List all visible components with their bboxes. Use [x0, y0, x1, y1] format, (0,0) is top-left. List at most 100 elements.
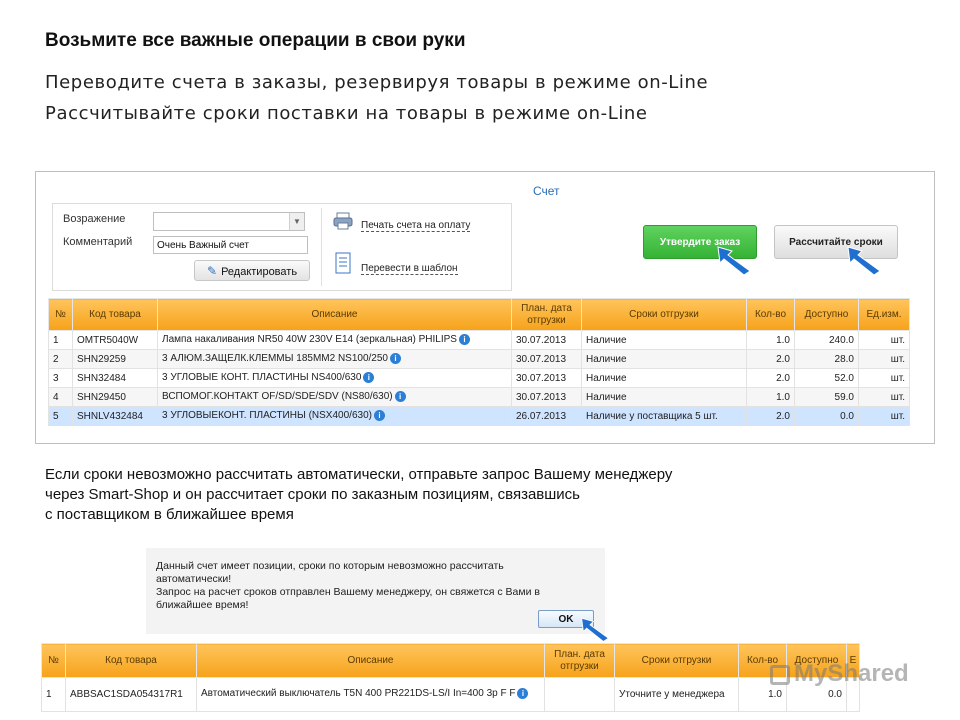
cell: шт. [858, 387, 910, 407]
column-header[interactable]: Код товара [72, 298, 158, 331]
cell: 240.0 [794, 330, 859, 350]
dialog-message: Данный счет имеет позиции, сроки по кото… [156, 560, 540, 612]
cell: 30.07.2013 [511, 330, 582, 350]
cell-text: Лампа накаливания NR50 40W 230V E14 (зер… [162, 334, 457, 346]
comment-label: Комментарий [63, 236, 133, 248]
watermark-text: MyShared [794, 660, 909, 687]
cell: 28.0 [794, 349, 859, 369]
manager-request-table: № Код товара Описание План. дата отгрузк… [41, 643, 860, 712]
info-icon[interactable]: i [363, 372, 375, 384]
info-paragraph: Если сроки невозможно рассчитать автомат… [45, 465, 672, 525]
cell-text: ВСПОМОГ.КОНТАКТ OF/SD/SDE/SDV (NS80/630) [162, 391, 393, 403]
column-header[interactable]: Кол-во [746, 298, 795, 331]
cell: 2.0 [746, 406, 795, 426]
column-header[interactable]: План. дата отгрузки [544, 643, 615, 678]
column-header[interactable]: Код товара [65, 643, 197, 678]
cell: 30.07.2013 [511, 387, 582, 407]
table-row-selected[interactable]: 5 SHNLV432484 3 УГЛОВЫЕКОНТ. ПЛАСТИНЫ (N… [48, 406, 910, 426]
cell: Автоматический выключатель T5N 400 PR221… [196, 677, 545, 712]
cell: 1 [41, 677, 66, 712]
cell: 1.0 [746, 387, 795, 407]
cell: Наличие [581, 368, 747, 388]
cell: 1 [48, 330, 73, 350]
cell: 3 АЛЮМ.ЗАЩЕЛК.КЛЕММЫ 185ММ2 NS100/250 i [157, 349, 512, 369]
column-header[interactable]: Описание [196, 643, 545, 678]
dialog-line: Запрос на расчет сроков отправлен Вашему… [156, 586, 540, 598]
info-icon[interactable]: i [390, 353, 401, 365]
cell: SHN29259 [72, 349, 158, 369]
cell: ABBSAC1SDA054317R1 [65, 677, 197, 712]
cell: SHNLV432484 [72, 406, 158, 426]
cell-text: 3 УГЛОВЫЕКОНТ. ПЛАСТИНЫ (NSX400/630) [162, 410, 372, 422]
paragraph-line: через Smart-Shop и он рассчитает сроки п… [45, 486, 580, 503]
cell: Наличие [581, 387, 747, 407]
cell: Наличие у поставщика 5 шт. [581, 406, 747, 426]
objection-select[interactable]: ▼ [153, 212, 305, 231]
cell: Уточните у менеджера [614, 677, 739, 712]
table-header: № Код товара Описание План. дата отгрузк… [48, 298, 910, 331]
cell: 3 УГЛОВЫЕ КОНТ. ПЛАСТИНЫ NS400/630 i [157, 368, 512, 388]
edit-button[interactable]: ✎ Редактировать [194, 260, 310, 281]
table-row[interactable]: 1 ABBSAC1SDA054317R1 Автоматический выкл… [41, 677, 860, 712]
cell: шт. [858, 349, 910, 369]
cell: 3 УГЛОВЫЕКОНТ. ПЛАСТИНЫ (NSX400/630) i [157, 406, 512, 426]
pointer-arrow-icon [716, 245, 752, 280]
column-header[interactable]: План. дата отгрузки [511, 298, 582, 331]
column-header[interactable]: № [41, 643, 66, 678]
cell: 52.0 [794, 368, 859, 388]
watermark-logo: MyShared [770, 660, 909, 688]
cell: SHN32484 [72, 368, 158, 388]
cell: 2.0 [746, 349, 795, 369]
cell: Наличие [581, 349, 747, 369]
convert-template-link[interactable]: Перевести в шаблон [361, 258, 458, 276]
chevron-down-icon[interactable]: ▼ [289, 213, 304, 230]
table-header: № Код товара Описание План. дата отгрузк… [41, 643, 860, 678]
cell: OMTR5040W [72, 330, 158, 350]
column-header[interactable]: Доступно [794, 298, 859, 331]
form-divider [321, 208, 322, 286]
cell-text: 3 УГЛОВЫЕ КОНТ. ПЛАСТИНЫ NS400/630 [162, 372, 362, 384]
cell: 30.07.2013 [511, 349, 582, 369]
printer-icon[interactable] [333, 212, 353, 230]
subtitle-line-1: Переводите счета в заказы, резервируя то… [45, 72, 709, 93]
cell: Наличие [581, 330, 747, 350]
info-icon[interactable]: i [458, 334, 470, 346]
column-header[interactable]: № [48, 298, 73, 331]
document-icon[interactable] [335, 252, 351, 274]
invoice-panel: Счет Возражение ▼ Комментарий Очень Важн… [35, 171, 935, 444]
dialog-line: автоматически! [156, 573, 232, 585]
table-row[interactable]: 3 SHN32484 3 УГЛОВЫЕ КОНТ. ПЛАСТИНЫ NS40… [48, 368, 910, 388]
cell: шт. [858, 368, 910, 388]
info-icon[interactable]: i [517, 688, 529, 700]
info-icon[interactable]: i [373, 410, 385, 422]
panel-title: Счет [533, 184, 560, 198]
page-heading: Возьмите все важные операции в свои руки [45, 30, 466, 51]
cell: 4 [48, 387, 73, 407]
pointer-arrow-icon [846, 245, 882, 280]
cell: 2 [48, 349, 73, 369]
column-header[interactable]: Сроки отгрузки [614, 643, 739, 678]
comment-input[interactable]: Очень Важный счет [153, 236, 308, 254]
dialog-line: ближайшее время! [156, 599, 249, 611]
column-header[interactable]: Сроки отгрузки [581, 298, 747, 331]
pencil-icon: ✎ [207, 264, 218, 278]
cell-text: 3 АЛЮМ.ЗАЩЕЛК.КЛЕММЫ 185ММ2 NS100/250 [162, 353, 388, 365]
print-invoice-link[interactable]: Печать счета на оплату [361, 215, 471, 233]
table-row[interactable]: 4 SHN29450 ВСПОМОГ.КОНТАКТ OF/SD/SDE/SDV… [48, 387, 910, 407]
paragraph-line: Если сроки невозможно рассчитать автомат… [45, 466, 673, 483]
cell: 5 [48, 406, 73, 426]
subtitle-line-2: Рассчитывайте сроки поставки на товары в… [45, 103, 648, 124]
cell: ВСПОМОГ.КОНТАКТ OF/SD/SDE/SDV (NS80/630)… [157, 387, 512, 407]
cell-text: Автоматический выключатель T5N 400 PR221… [201, 688, 516, 700]
cell: 1.0 [746, 330, 795, 350]
info-icon[interactable]: i [394, 391, 406, 403]
paragraph-line: с поставщиком в ближайшее время [45, 506, 294, 523]
table-row[interactable]: 2 SHN29259 3 АЛЮМ.ЗАЩЕЛК.КЛЕММЫ 185ММ2 N… [48, 349, 910, 369]
table-row[interactable]: 1 OMTR5040W Лампа накаливания NR50 40W 2… [48, 330, 910, 350]
column-header[interactable]: Ед.изм. [858, 298, 910, 331]
dialog-line: Данный счет имеет позиции, сроки по кото… [156, 560, 504, 572]
objection-label: Возражение [63, 213, 126, 225]
cell [544, 677, 615, 712]
column-header[interactable]: Описание [157, 298, 512, 331]
cell: 2.0 [746, 368, 795, 388]
